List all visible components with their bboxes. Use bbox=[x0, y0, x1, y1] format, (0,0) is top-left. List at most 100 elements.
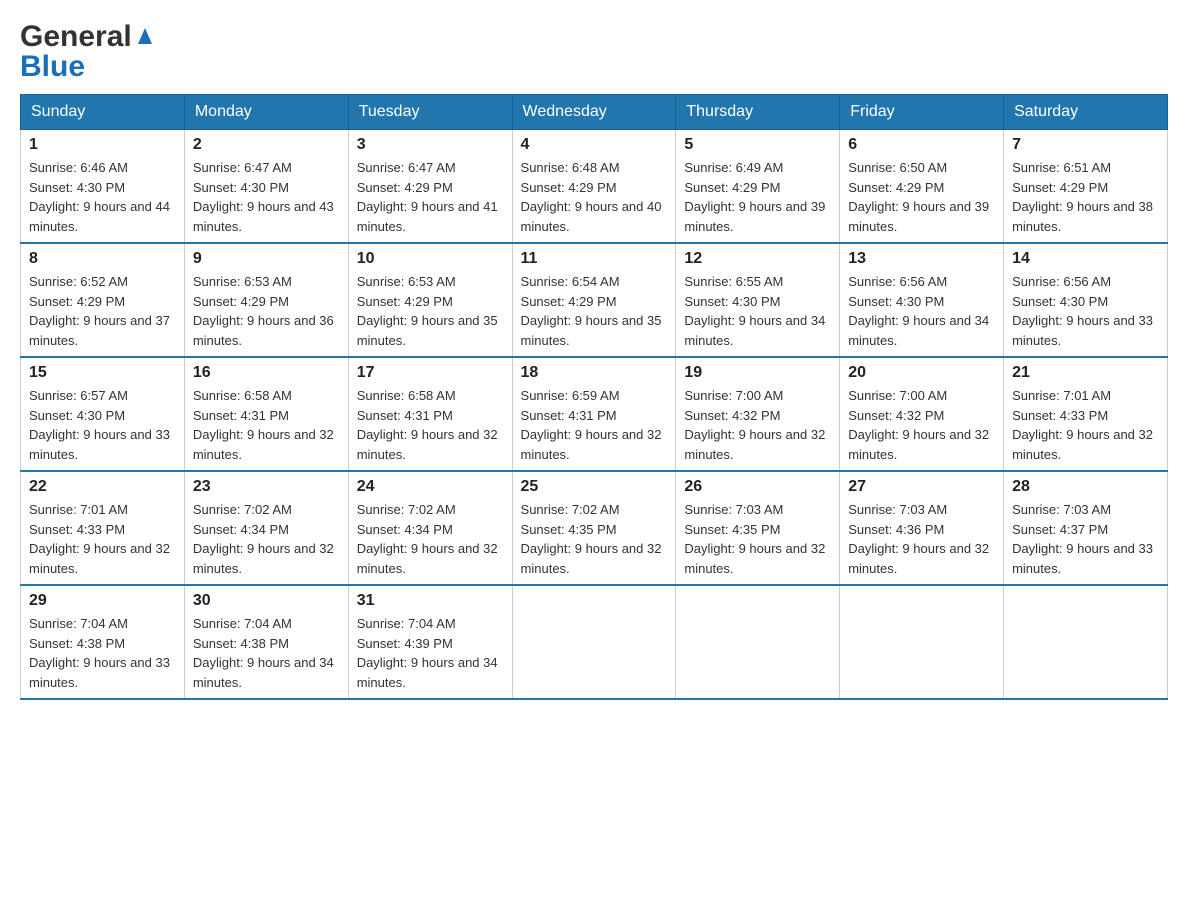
calendar-cell: 29 Sunrise: 7:04 AMSunset: 4:38 PMDaylig… bbox=[21, 585, 185, 699]
day-number: 9 bbox=[193, 250, 340, 268]
calendar-cell: 27 Sunrise: 7:03 AMSunset: 4:36 PMDaylig… bbox=[840, 471, 1004, 585]
day-info: Sunrise: 7:02 AMSunset: 4:35 PMDaylight:… bbox=[521, 502, 662, 576]
calendar-cell: 7 Sunrise: 6:51 AMSunset: 4:29 PMDayligh… bbox=[1004, 130, 1168, 244]
day-info: Sunrise: 6:56 AMSunset: 4:30 PMDaylight:… bbox=[1012, 274, 1153, 348]
day-number: 21 bbox=[1012, 364, 1159, 382]
day-info: Sunrise: 6:58 AMSunset: 4:31 PMDaylight:… bbox=[193, 388, 334, 462]
day-info: Sunrise: 6:50 AMSunset: 4:29 PMDaylight:… bbox=[848, 160, 989, 234]
day-number: 18 bbox=[521, 364, 668, 382]
day-number: 24 bbox=[357, 478, 504, 496]
day-number: 1 bbox=[29, 136, 176, 154]
day-info: Sunrise: 7:02 AMSunset: 4:34 PMDaylight:… bbox=[357, 502, 498, 576]
calendar-cell bbox=[840, 585, 1004, 699]
day-number: 5 bbox=[684, 136, 831, 154]
day-number: 13 bbox=[848, 250, 995, 268]
day-number: 14 bbox=[1012, 250, 1159, 268]
day-number: 3 bbox=[357, 136, 504, 154]
calendar-cell bbox=[676, 585, 840, 699]
day-info: Sunrise: 6:47 AMSunset: 4:30 PMDaylight:… bbox=[193, 160, 334, 234]
calendar-cell: 2 Sunrise: 6:47 AMSunset: 4:30 PMDayligh… bbox=[184, 130, 348, 244]
calendar-cell: 22 Sunrise: 7:01 AMSunset: 4:33 PMDaylig… bbox=[21, 471, 185, 585]
calendar-header-row: SundayMondayTuesdayWednesdayThursdayFrid… bbox=[21, 95, 1168, 130]
day-number: 17 bbox=[357, 364, 504, 382]
header-saturday: Saturday bbox=[1004, 95, 1168, 130]
calendar-cell bbox=[512, 585, 676, 699]
day-info: Sunrise: 7:03 AMSunset: 4:35 PMDaylight:… bbox=[684, 502, 825, 576]
day-number: 27 bbox=[848, 478, 995, 496]
calendar-cell: 31 Sunrise: 7:04 AMSunset: 4:39 PMDaylig… bbox=[348, 585, 512, 699]
day-info: Sunrise: 6:57 AMSunset: 4:30 PMDaylight:… bbox=[29, 388, 170, 462]
day-info: Sunrise: 7:01 AMSunset: 4:33 PMDaylight:… bbox=[29, 502, 170, 576]
day-info: Sunrise: 7:01 AMSunset: 4:33 PMDaylight:… bbox=[1012, 388, 1153, 462]
calendar-cell: 3 Sunrise: 6:47 AMSunset: 4:29 PMDayligh… bbox=[348, 130, 512, 244]
day-info: Sunrise: 7:03 AMSunset: 4:36 PMDaylight:… bbox=[848, 502, 989, 576]
calendar-cell: 4 Sunrise: 6:48 AMSunset: 4:29 PMDayligh… bbox=[512, 130, 676, 244]
day-number: 4 bbox=[521, 136, 668, 154]
calendar-week-row: 8 Sunrise: 6:52 AMSunset: 4:29 PMDayligh… bbox=[21, 243, 1168, 357]
calendar-week-row: 15 Sunrise: 6:57 AMSunset: 4:30 PMDaylig… bbox=[21, 357, 1168, 471]
calendar-cell: 19 Sunrise: 7:00 AMSunset: 4:32 PMDaylig… bbox=[676, 357, 840, 471]
day-info: Sunrise: 7:04 AMSunset: 4:39 PMDaylight:… bbox=[357, 616, 498, 690]
day-number: 25 bbox=[521, 478, 668, 496]
day-number: 31 bbox=[357, 592, 504, 610]
calendar-cell: 28 Sunrise: 7:03 AMSunset: 4:37 PMDaylig… bbox=[1004, 471, 1168, 585]
day-number: 12 bbox=[684, 250, 831, 268]
calendar-cell: 23 Sunrise: 7:02 AMSunset: 4:34 PMDaylig… bbox=[184, 471, 348, 585]
day-info: Sunrise: 7:03 AMSunset: 4:37 PMDaylight:… bbox=[1012, 502, 1153, 576]
day-number: 30 bbox=[193, 592, 340, 610]
day-number: 19 bbox=[684, 364, 831, 382]
calendar-cell: 17 Sunrise: 6:58 AMSunset: 4:31 PMDaylig… bbox=[348, 357, 512, 471]
day-info: Sunrise: 6:53 AMSunset: 4:29 PMDaylight:… bbox=[357, 274, 498, 348]
calendar-week-row: 1 Sunrise: 6:46 AMSunset: 4:30 PMDayligh… bbox=[21, 130, 1168, 244]
day-info: Sunrise: 6:49 AMSunset: 4:29 PMDaylight:… bbox=[684, 160, 825, 234]
header-sunday: Sunday bbox=[21, 95, 185, 130]
calendar-cell: 5 Sunrise: 6:49 AMSunset: 4:29 PMDayligh… bbox=[676, 130, 840, 244]
day-info: Sunrise: 7:04 AMSunset: 4:38 PMDaylight:… bbox=[29, 616, 170, 690]
page-header: General Blue bbox=[20, 20, 1168, 84]
calendar-cell: 21 Sunrise: 7:01 AMSunset: 4:33 PMDaylig… bbox=[1004, 357, 1168, 471]
day-number: 6 bbox=[848, 136, 995, 154]
day-info: Sunrise: 6:58 AMSunset: 4:31 PMDaylight:… bbox=[357, 388, 498, 462]
calendar-table: SundayMondayTuesdayWednesdayThursdayFrid… bbox=[20, 94, 1168, 700]
day-number: 23 bbox=[193, 478, 340, 496]
day-info: Sunrise: 6:47 AMSunset: 4:29 PMDaylight:… bbox=[357, 160, 498, 234]
calendar-cell: 13 Sunrise: 6:56 AMSunset: 4:30 PMDaylig… bbox=[840, 243, 1004, 357]
calendar-week-row: 29 Sunrise: 7:04 AMSunset: 4:38 PMDaylig… bbox=[21, 585, 1168, 699]
day-number: 26 bbox=[684, 478, 831, 496]
calendar-cell: 20 Sunrise: 7:00 AMSunset: 4:32 PMDaylig… bbox=[840, 357, 1004, 471]
logo-area: General Blue bbox=[20, 20, 156, 84]
day-info: Sunrise: 7:02 AMSunset: 4:34 PMDaylight:… bbox=[193, 502, 334, 576]
day-info: Sunrise: 6:59 AMSunset: 4:31 PMDaylight:… bbox=[521, 388, 662, 462]
logo-blue: Blue bbox=[20, 50, 85, 84]
day-info: Sunrise: 6:51 AMSunset: 4:29 PMDaylight:… bbox=[1012, 160, 1153, 234]
day-number: 16 bbox=[193, 364, 340, 382]
calendar-cell: 15 Sunrise: 6:57 AMSunset: 4:30 PMDaylig… bbox=[21, 357, 185, 471]
header-thursday: Thursday bbox=[676, 95, 840, 130]
calendar-cell: 10 Sunrise: 6:53 AMSunset: 4:29 PMDaylig… bbox=[348, 243, 512, 357]
calendar-cell: 24 Sunrise: 7:02 AMSunset: 4:34 PMDaylig… bbox=[348, 471, 512, 585]
day-info: Sunrise: 6:56 AMSunset: 4:30 PMDaylight:… bbox=[848, 274, 989, 348]
calendar-cell: 12 Sunrise: 6:55 AMSunset: 4:30 PMDaylig… bbox=[676, 243, 840, 357]
day-number: 15 bbox=[29, 364, 176, 382]
calendar-cell: 14 Sunrise: 6:56 AMSunset: 4:30 PMDaylig… bbox=[1004, 243, 1168, 357]
calendar-cell: 18 Sunrise: 6:59 AMSunset: 4:31 PMDaylig… bbox=[512, 357, 676, 471]
day-number: 8 bbox=[29, 250, 176, 268]
day-number: 29 bbox=[29, 592, 176, 610]
calendar-cell bbox=[1004, 585, 1168, 699]
day-info: Sunrise: 6:55 AMSunset: 4:30 PMDaylight:… bbox=[684, 274, 825, 348]
day-number: 11 bbox=[521, 250, 668, 268]
logo-general: General bbox=[20, 20, 132, 54]
logo-arrow-icon bbox=[134, 24, 156, 46]
calendar-cell: 11 Sunrise: 6:54 AMSunset: 4:29 PMDaylig… bbox=[512, 243, 676, 357]
day-number: 22 bbox=[29, 478, 176, 496]
day-info: Sunrise: 6:54 AMSunset: 4:29 PMDaylight:… bbox=[521, 274, 662, 348]
calendar-cell: 30 Sunrise: 7:04 AMSunset: 4:38 PMDaylig… bbox=[184, 585, 348, 699]
calendar-cell: 8 Sunrise: 6:52 AMSunset: 4:29 PMDayligh… bbox=[21, 243, 185, 357]
day-info: Sunrise: 6:48 AMSunset: 4:29 PMDaylight:… bbox=[521, 160, 662, 234]
day-info: Sunrise: 7:00 AMSunset: 4:32 PMDaylight:… bbox=[848, 388, 989, 462]
day-number: 20 bbox=[848, 364, 995, 382]
calendar-cell: 9 Sunrise: 6:53 AMSunset: 4:29 PMDayligh… bbox=[184, 243, 348, 357]
day-info: Sunrise: 6:53 AMSunset: 4:29 PMDaylight:… bbox=[193, 274, 334, 348]
day-info: Sunrise: 6:52 AMSunset: 4:29 PMDaylight:… bbox=[29, 274, 170, 348]
calendar-cell: 26 Sunrise: 7:03 AMSunset: 4:35 PMDaylig… bbox=[676, 471, 840, 585]
